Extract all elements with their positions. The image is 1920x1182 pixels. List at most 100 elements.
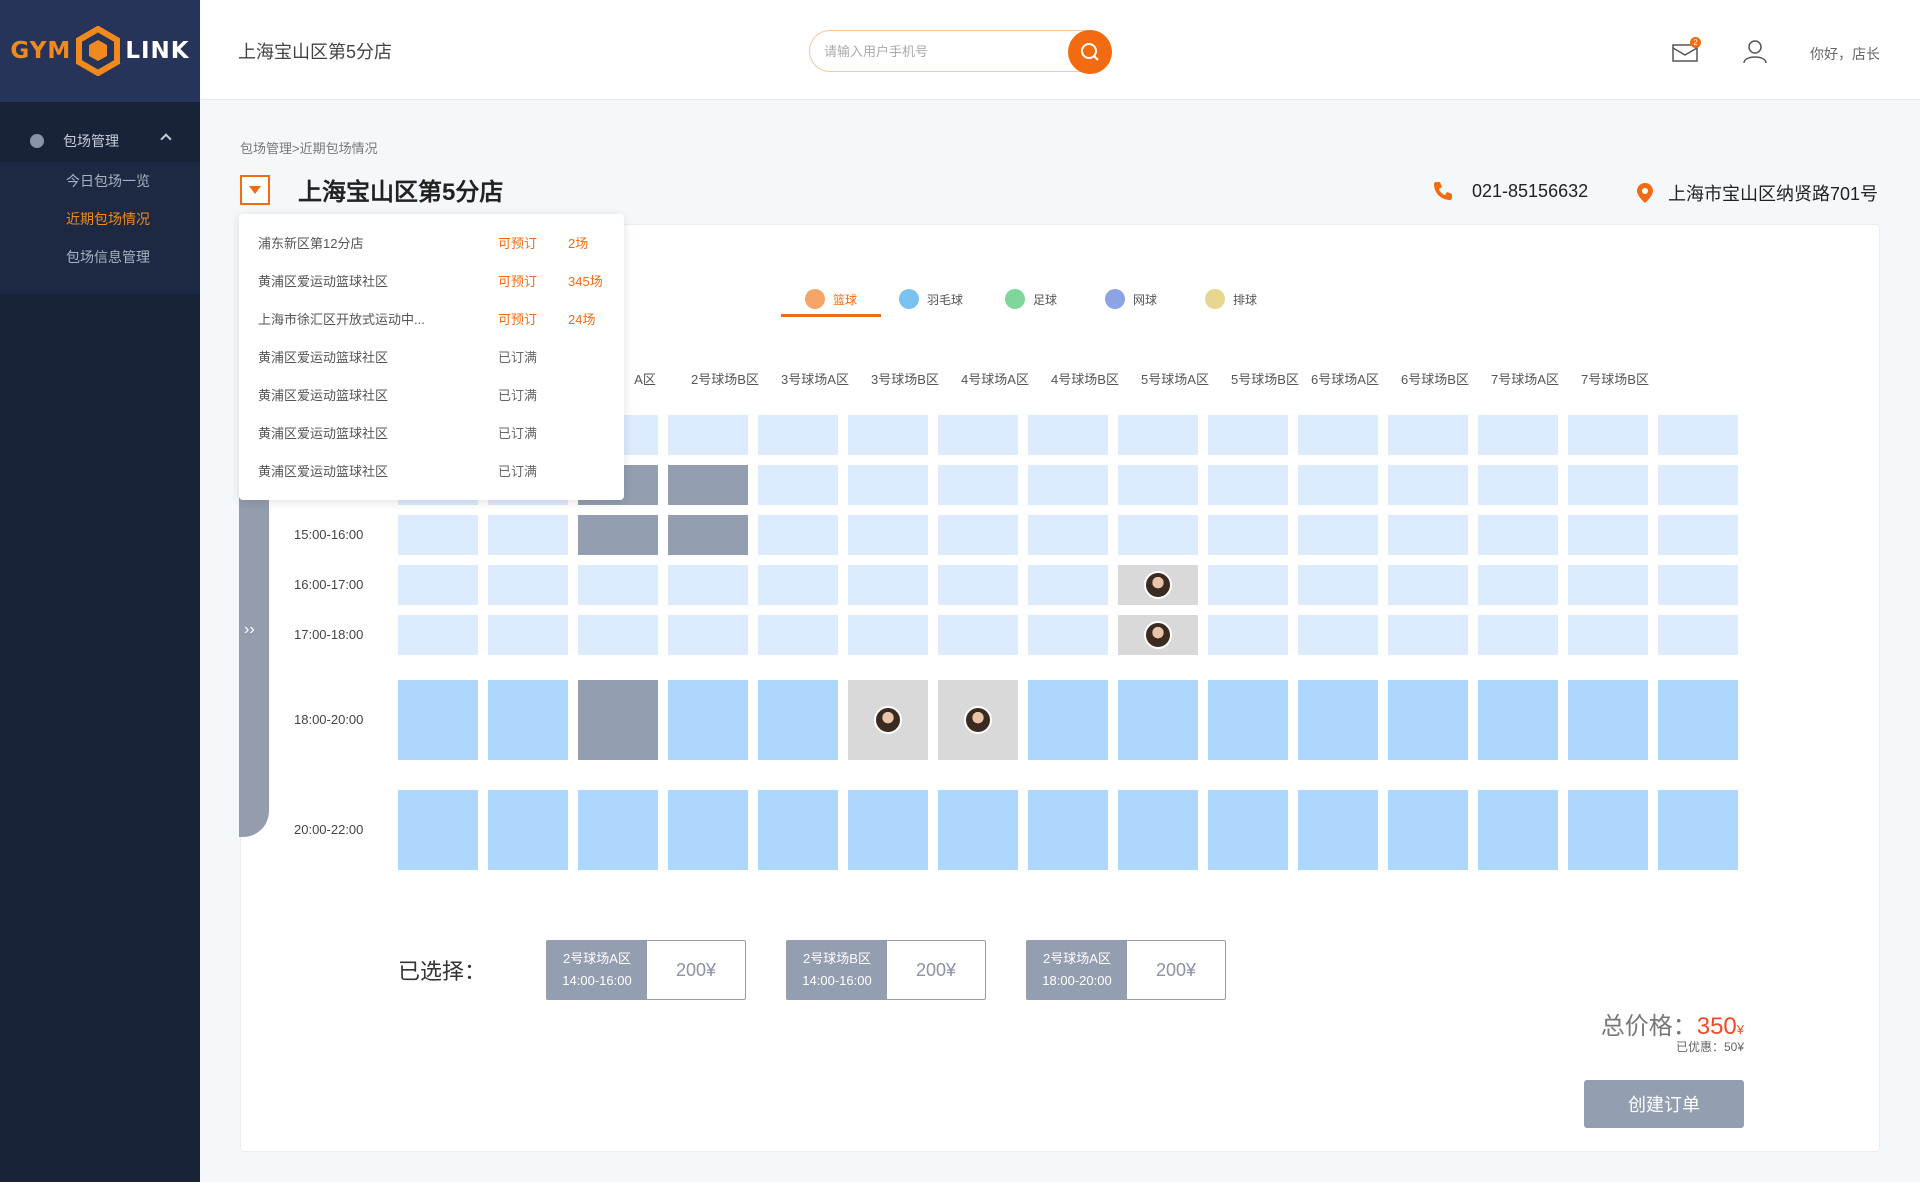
court-slot-free[interactable] xyxy=(848,465,928,505)
court-slot-free2[interactable] xyxy=(1478,790,1558,870)
court-slot-free[interactable] xyxy=(1388,515,1468,555)
court-slot-free[interactable] xyxy=(848,415,928,455)
court-slot-free[interactable] xyxy=(668,615,748,655)
court-slot-free2[interactable] xyxy=(1478,680,1558,760)
court-slot-free[interactable] xyxy=(578,565,658,605)
court-slot-free[interactable] xyxy=(1118,465,1198,505)
store-option[interactable]: 黄浦区爱运动篮球社区 可预订 345场 xyxy=(258,271,618,291)
sidebar-item-today[interactable]: 今日包场一览 xyxy=(0,162,200,200)
selected-slot[interactable]: 2号球场B区 14:00-16:00 200¥ xyxy=(786,940,986,1000)
court-slot-free[interactable] xyxy=(398,515,478,555)
store-option[interactable]: 上海市徐汇区开放式运动中... 可预订 24场 xyxy=(258,309,618,329)
court-slot-free[interactable] xyxy=(668,415,748,455)
tab-tennis[interactable]: 网球 xyxy=(1081,283,1181,315)
court-slot-free[interactable] xyxy=(1568,465,1648,505)
court-slot-free[interactable] xyxy=(758,565,838,605)
court-slot-free[interactable] xyxy=(938,465,1018,505)
court-slot-booked[interactable] xyxy=(938,680,1018,760)
court-slot-free[interactable] xyxy=(1658,465,1738,505)
court-slot-selected[interactable] xyxy=(578,515,658,555)
court-slot-free[interactable] xyxy=(1208,565,1288,605)
court-slot-free2[interactable] xyxy=(1658,680,1738,760)
court-slot-free[interactable] xyxy=(848,565,928,605)
court-slot-free2[interactable] xyxy=(1388,790,1468,870)
court-slot-free2[interactable] xyxy=(668,790,748,870)
court-slot-free[interactable] xyxy=(1208,415,1288,455)
court-slot-free2[interactable] xyxy=(398,680,478,760)
court-slot-booked[interactable] xyxy=(1118,565,1198,605)
court-slot-free[interactable] xyxy=(1028,465,1108,505)
court-slot-free2[interactable] xyxy=(1568,680,1648,760)
court-slot-free2[interactable] xyxy=(1298,680,1378,760)
store-option[interactable]: 浦东新区第12分店 可预订 2场 xyxy=(258,233,618,253)
court-slot-free2[interactable] xyxy=(1658,790,1738,870)
court-slot-selected[interactable] xyxy=(668,465,748,505)
court-slot-free[interactable] xyxy=(758,465,838,505)
notification-button[interactable]: 2 xyxy=(1672,37,1701,67)
court-slot-free2[interactable] xyxy=(1208,680,1288,760)
court-slot-free[interactable] xyxy=(668,565,748,605)
sidebar-group-venue[interactable]: 包场管理 xyxy=(0,120,200,162)
court-slot-free2[interactable] xyxy=(578,790,658,870)
court-slot-free[interactable] xyxy=(1118,415,1198,455)
court-slot-free2[interactable] xyxy=(758,790,838,870)
court-slot-free[interactable] xyxy=(1658,415,1738,455)
court-slot-free[interactable] xyxy=(1658,515,1738,555)
court-slot-free2[interactable] xyxy=(1298,790,1378,870)
court-slot-free[interactable] xyxy=(1028,515,1108,555)
court-slot-free[interactable] xyxy=(758,615,838,655)
court-slot-free[interactable] xyxy=(488,565,568,605)
court-slot-free[interactable] xyxy=(1388,465,1468,505)
tab-football[interactable]: 足球 xyxy=(981,283,1081,315)
court-slot-selected[interactable] xyxy=(578,680,658,760)
court-slot-free[interactable] xyxy=(578,615,658,655)
court-slot-free[interactable] xyxy=(1208,465,1288,505)
court-slot-free[interactable] xyxy=(1298,415,1378,455)
court-slot-free[interactable] xyxy=(1118,515,1198,555)
court-slot-free2[interactable] xyxy=(398,790,478,870)
sidebar-item-recent[interactable]: 近期包场情况 xyxy=(0,200,200,238)
selected-slot[interactable]: 2号球场A区 18:00-20:00 200¥ xyxy=(1026,940,1226,1000)
court-slot-free2[interactable] xyxy=(758,680,838,760)
tab-volleyball[interactable]: 排球 xyxy=(1181,283,1281,315)
court-slot-free[interactable] xyxy=(1478,465,1558,505)
user-profile-button[interactable] xyxy=(1742,38,1768,69)
court-slot-free2[interactable] xyxy=(1208,790,1288,870)
court-slot-free2[interactable] xyxy=(488,790,568,870)
tab-badminton[interactable]: 羽毛球 xyxy=(881,283,981,315)
court-slot-free[interactable] xyxy=(1478,565,1558,605)
court-slot-free2[interactable] xyxy=(1118,790,1198,870)
expand-panel-handle[interactable]: ›› xyxy=(239,481,269,837)
store-dropdown-toggle[interactable] xyxy=(240,175,270,205)
court-slot-free[interactable] xyxy=(848,615,928,655)
court-slot-free[interactable] xyxy=(758,515,838,555)
court-slot-free2[interactable] xyxy=(1388,680,1468,760)
store-option[interactable]: 黄浦区爱运动篮球社区 已订满 xyxy=(258,385,618,405)
court-slot-booked[interactable] xyxy=(848,680,928,760)
court-slot-free[interactable] xyxy=(1388,615,1468,655)
court-slot-free2[interactable] xyxy=(668,680,748,760)
court-slot-free[interactable] xyxy=(1568,515,1648,555)
brand-logo[interactable]: GYM LINK xyxy=(0,0,200,102)
court-slot-free[interactable] xyxy=(1658,565,1738,605)
court-slot-free[interactable] xyxy=(1028,415,1108,455)
court-slot-free[interactable] xyxy=(758,415,838,455)
court-slot-free[interactable] xyxy=(1298,615,1378,655)
court-slot-free[interactable] xyxy=(398,615,478,655)
court-slot-free[interactable] xyxy=(1658,615,1738,655)
court-slot-free2[interactable] xyxy=(1028,790,1108,870)
selected-slot[interactable]: 2号球场A区 14:00-16:00 200¥ xyxy=(546,940,746,1000)
court-slot-free[interactable] xyxy=(1478,615,1558,655)
court-slot-free[interactable] xyxy=(938,565,1018,605)
store-option[interactable]: 黄浦区爱运动篮球社区 已订满 xyxy=(258,461,618,481)
court-slot-free2[interactable] xyxy=(1568,790,1648,870)
court-slot-free2[interactable] xyxy=(488,680,568,760)
court-slot-selected[interactable] xyxy=(668,515,748,555)
court-slot-booked[interactable] xyxy=(1118,615,1198,655)
search-button[interactable] xyxy=(1068,30,1112,74)
court-slot-free2[interactable] xyxy=(1028,680,1108,760)
court-slot-free[interactable] xyxy=(1388,415,1468,455)
search-input[interactable] xyxy=(824,41,1054,61)
court-slot-free[interactable] xyxy=(1298,565,1378,605)
court-slot-free[interactable] xyxy=(1298,465,1378,505)
